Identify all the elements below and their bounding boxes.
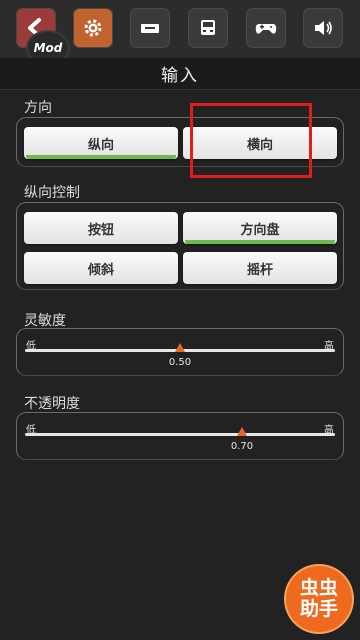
assistant-badge-line2: 助手 [299,598,338,620]
opacity-value: 0.70 [230,441,254,452]
sensitivity-slider[interactable]: 低 高 0.50 [16,328,344,376]
truck-icon [201,20,215,35]
gamepad-icon [255,24,277,34]
truck-button[interactable] [188,8,228,48]
orientation-portrait-button[interactable]: 纵向 [24,127,178,159]
ticket-button[interactable] [130,8,170,48]
steering-buttons-option[interactable]: 按钮 [24,212,178,244]
sensitivity-value: 0.50 [168,357,192,368]
sensitivity-label: 灵敏度 [24,313,66,329]
sensitivity-thumb[interactable] [175,343,185,352]
settings-button[interactable] [73,8,113,48]
gear-icon [84,19,102,37]
ticket-icon [141,24,159,33]
assistant-badge-line1: 虫虫 [299,577,338,599]
highlight-box [190,103,312,178]
opacity-label: 不透明度 [24,396,80,412]
opacity-thumb[interactable] [237,427,247,436]
page-title: 输入 [0,58,360,90]
steering-label: 纵向控制 [24,185,80,201]
assistant-badge[interactable]: 虫虫 助手 [286,566,352,632]
top-toolbar: Mod [0,0,360,66]
steering-tilt-option[interactable]: 倾斜 [24,252,178,284]
orientation-label: 方向 [24,100,52,116]
gamepad-button[interactable] [246,8,286,48]
opacity-track[interactable] [25,433,335,436]
opacity-slider[interactable]: 低 高 0.70 [16,412,344,460]
steering-wheel-option[interactable]: 方向盘 [183,212,337,244]
steering-group: 按钮 方向盘 倾斜 摇杆 [16,202,344,290]
sound-button[interactable] [303,8,343,48]
speaker-icon [315,21,332,35]
steering-joystick-option[interactable]: 摇杆 [183,252,337,284]
